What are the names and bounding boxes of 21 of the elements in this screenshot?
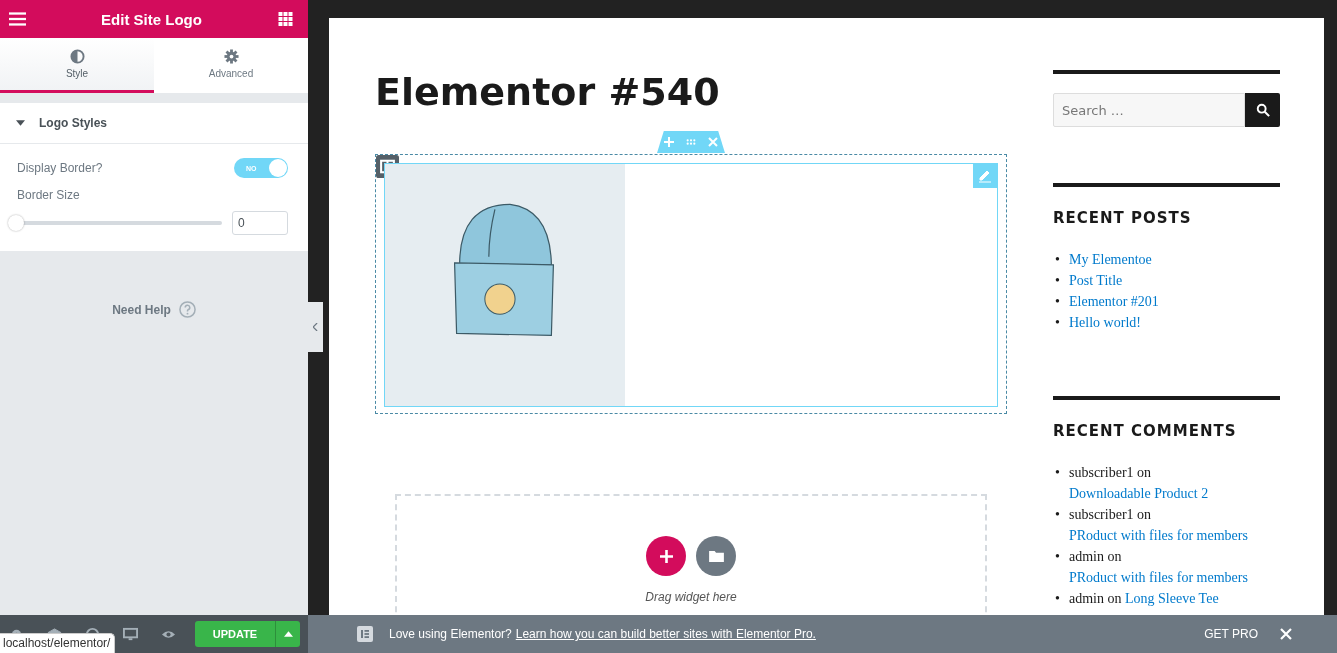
widget-heading: RECENT POSTS (1053, 209, 1193, 227)
comment-author: admin on (1069, 591, 1122, 606)
list-bullet: • (1055, 293, 1060, 311)
page-title: Elementor #540 (375, 70, 721, 114)
notice-text: Love using Elementor? (389, 627, 512, 641)
list-bullet: • (1055, 464, 1060, 482)
control-label: Display Border? (17, 161, 103, 175)
widget-heading: RECENT COMMENTS (1053, 422, 1238, 440)
panel-title: Edit Site Logo (101, 10, 202, 28)
list-bullet: • (1055, 272, 1060, 290)
comment-author: subscriber1 on (1069, 507, 1152, 522)
list-bullet: • (1055, 314, 1060, 332)
drag-hint: Drag widget here (645, 590, 737, 604)
list-bullet: • (1055, 251, 1060, 269)
status-tooltip: localhost/elementor/ (0, 633, 116, 653)
comment-author: admin on (1069, 549, 1122, 564)
list-bullet: • (1055, 590, 1060, 608)
list-bullet: • (1055, 506, 1060, 524)
comment-author: subscriber1 on (1069, 465, 1152, 480)
list-bullet: • (1055, 548, 1060, 566)
control-label: Border Size (17, 188, 81, 202)
